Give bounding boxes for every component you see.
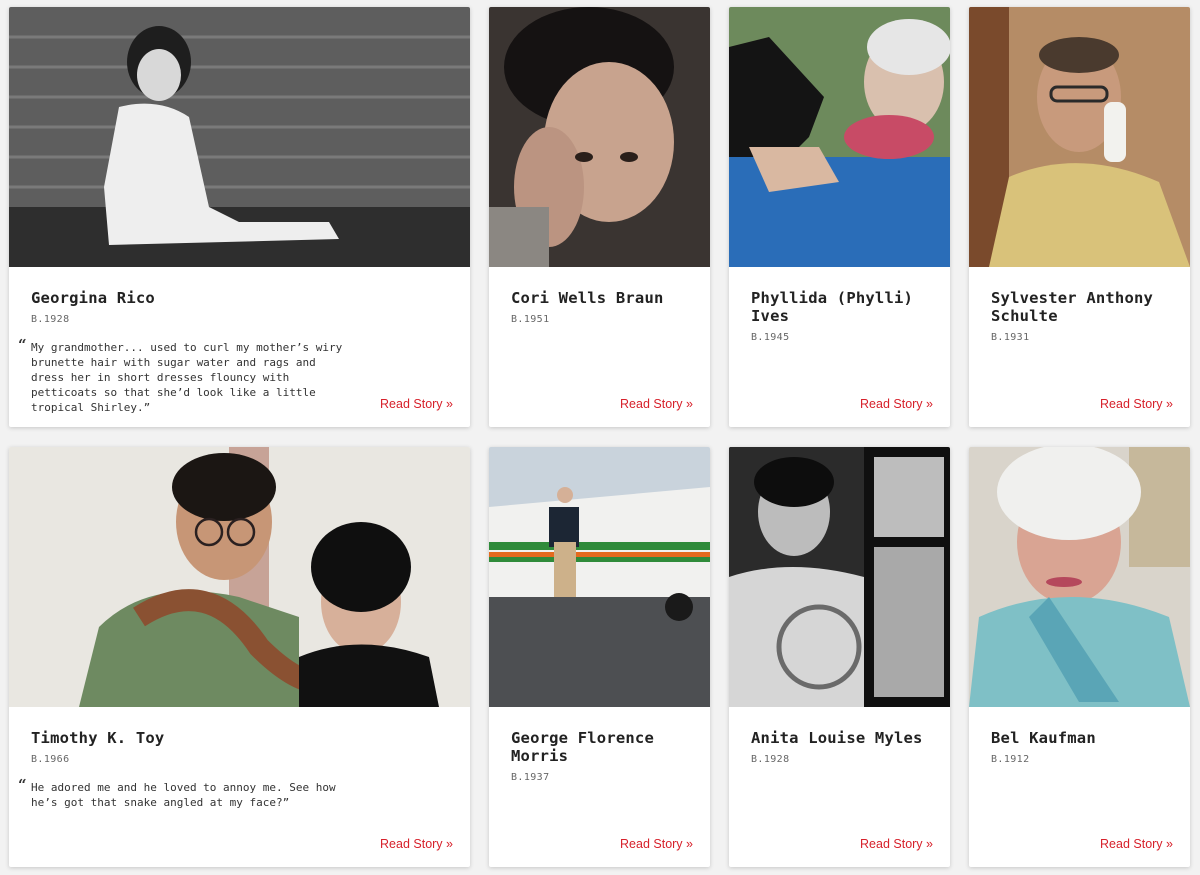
portrait-photo[interactable] <box>969 447 1190 707</box>
birth-year: B.1912 <box>991 754 1030 765</box>
person-name: Cori Wells Braun <box>511 289 664 307</box>
quote-text: My grandmother... used to curl my mother… <box>31 341 343 414</box>
person-name: Anita Louise Myles <box>751 729 923 747</box>
person-name: Sylvester Anthony Schulte <box>991 289 1154 325</box>
story-card[interactable]: Anita Louise Myles B.1928 Read Story » <box>729 447 950 867</box>
portrait-photo[interactable] <box>729 447 950 707</box>
portrait-photo[interactable] <box>489 7 710 267</box>
birth-year: B.1928 <box>31 314 70 325</box>
story-card[interactable]: George Florence Morris B.1937 Read Story… <box>489 447 710 867</box>
quote-text: He adored me and he loved to annoy me. S… <box>31 781 336 809</box>
read-story-link[interactable]: Read Story » <box>860 837 933 851</box>
story-card[interactable]: Phyllida (Phylli) Ives B.1945 Read Story… <box>729 7 950 427</box>
person-name: Timothy K. Toy <box>31 729 165 747</box>
birth-year: B.1928 <box>751 754 790 765</box>
birth-year: B.1931 <box>991 332 1030 343</box>
story-card[interactable]: Cori Wells Braun B.1951 Read Story » <box>489 7 710 427</box>
person-name: Georgina Rico <box>31 289 155 307</box>
quote-mark-icon: “ <box>18 776 27 794</box>
person-name: George Florence Morris <box>511 729 654 765</box>
read-story-link[interactable]: Read Story » <box>860 397 933 411</box>
portrait-photo[interactable] <box>9 447 470 707</box>
portrait-photo[interactable] <box>489 447 710 707</box>
birth-year: B.1945 <box>751 332 790 343</box>
quote-mark-icon: “ <box>18 336 27 354</box>
birth-year: B.1966 <box>31 754 70 765</box>
portrait-photo[interactable] <box>969 7 1190 267</box>
read-story-link[interactable]: Read Story » <box>620 397 693 411</box>
portrait-photo[interactable] <box>9 7 470 267</box>
read-story-link[interactable]: Read Story » <box>380 837 453 851</box>
read-story-link[interactable]: Read Story » <box>380 397 453 411</box>
story-card[interactable]: Bel Kaufman B.1912 Read Story » <box>969 447 1190 867</box>
read-story-link[interactable]: Read Story » <box>620 837 693 851</box>
story-quote: “ My grandmother... used to curl my moth… <box>18 338 351 415</box>
person-name: Phyllida (Phylli) Ives <box>751 289 914 325</box>
birth-year: B.1951 <box>511 314 550 325</box>
story-card[interactable]: Timothy K. Toy B.1966 “ He adored me and… <box>9 447 470 867</box>
story-quote: “ He adored me and he loved to annoy me.… <box>18 778 351 810</box>
story-card[interactable]: Sylvester Anthony Schulte B.1931 Read St… <box>969 7 1190 427</box>
portrait-photo[interactable] <box>729 7 950 267</box>
person-name: Bel Kaufman <box>991 729 1096 747</box>
read-story-link[interactable]: Read Story » <box>1100 397 1173 411</box>
story-card[interactable]: Georgina Rico B.1928 “ My grandmother...… <box>9 7 470 427</box>
birth-year: B.1937 <box>511 772 550 783</box>
read-story-link[interactable]: Read Story » <box>1100 837 1173 851</box>
